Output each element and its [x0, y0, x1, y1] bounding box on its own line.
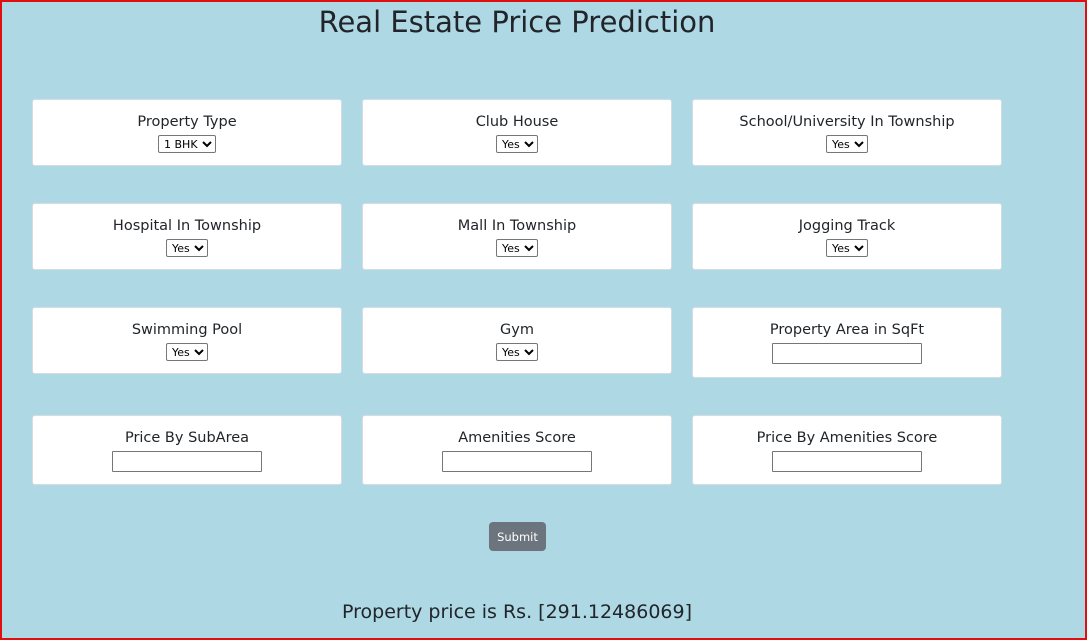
hospital-select[interactable]: Yes — [166, 239, 208, 257]
swimming-pool-select[interactable]: Yes — [166, 343, 208, 361]
price-by-subarea-card: Price By SubArea — [32, 415, 342, 485]
amenities-score-card: Amenities Score — [362, 415, 672, 485]
amenities-score-input[interactable] — [442, 451, 592, 472]
school-university-select[interactable]: Yes — [826, 135, 868, 153]
price-by-amenities-card: Price By Amenities Score — [692, 415, 1002, 485]
swimming-pool-label: Swimming Pool — [131, 322, 243, 338]
gym-card: Gym Yes — [362, 307, 672, 374]
price-by-subarea-label: Price By SubArea — [124, 430, 250, 446]
club-house-label: Club House — [475, 114, 559, 130]
property-type-select[interactable]: 1 BHK — [158, 135, 216, 153]
club-house-select[interactable]: Yes — [496, 135, 538, 153]
price-by-amenities-input[interactable] — [772, 451, 922, 472]
mall-select[interactable]: Yes — [496, 239, 538, 257]
swimming-pool-card: Swimming Pool Yes — [32, 307, 342, 374]
mall-card: Mall In Township Yes — [362, 203, 672, 270]
property-type-card: Property Type 1 BHK — [32, 99, 342, 166]
jogging-track-select[interactable]: Yes — [826, 239, 868, 257]
gym-label: Gym — [500, 322, 534, 338]
hospital-card: Hospital In Township Yes — [32, 203, 342, 270]
jogging-track-card: Jogging Track Yes — [692, 203, 1002, 270]
page-title: Real Estate Price Prediction — [318, 5, 716, 39]
school-university-label: School/University In Township — [739, 114, 955, 130]
jogging-track-label: Jogging Track — [798, 218, 896, 234]
price-by-amenities-label: Price By Amenities Score — [756, 430, 938, 446]
property-type-label: Property Type — [137, 114, 237, 130]
amenities-score-label: Amenities Score — [458, 430, 576, 446]
property-area-input[interactable] — [772, 343, 922, 364]
prediction-result: Property price is Rs. [291.12486069] — [342, 601, 692, 623]
club-house-card: Club House Yes — [362, 99, 672, 166]
submit-button[interactable]: Submit — [489, 522, 546, 551]
gym-select[interactable]: Yes — [496, 343, 538, 361]
mall-label: Mall In Township — [457, 218, 577, 234]
hospital-label: Hospital In Township — [112, 218, 262, 234]
property-area-label: Property Area in SqFt — [769, 322, 925, 338]
property-area-card: Property Area in SqFt — [692, 307, 1002, 378]
price-by-subarea-input[interactable] — [112, 451, 262, 472]
school-university-card: School/University In Township Yes — [692, 99, 1002, 166]
